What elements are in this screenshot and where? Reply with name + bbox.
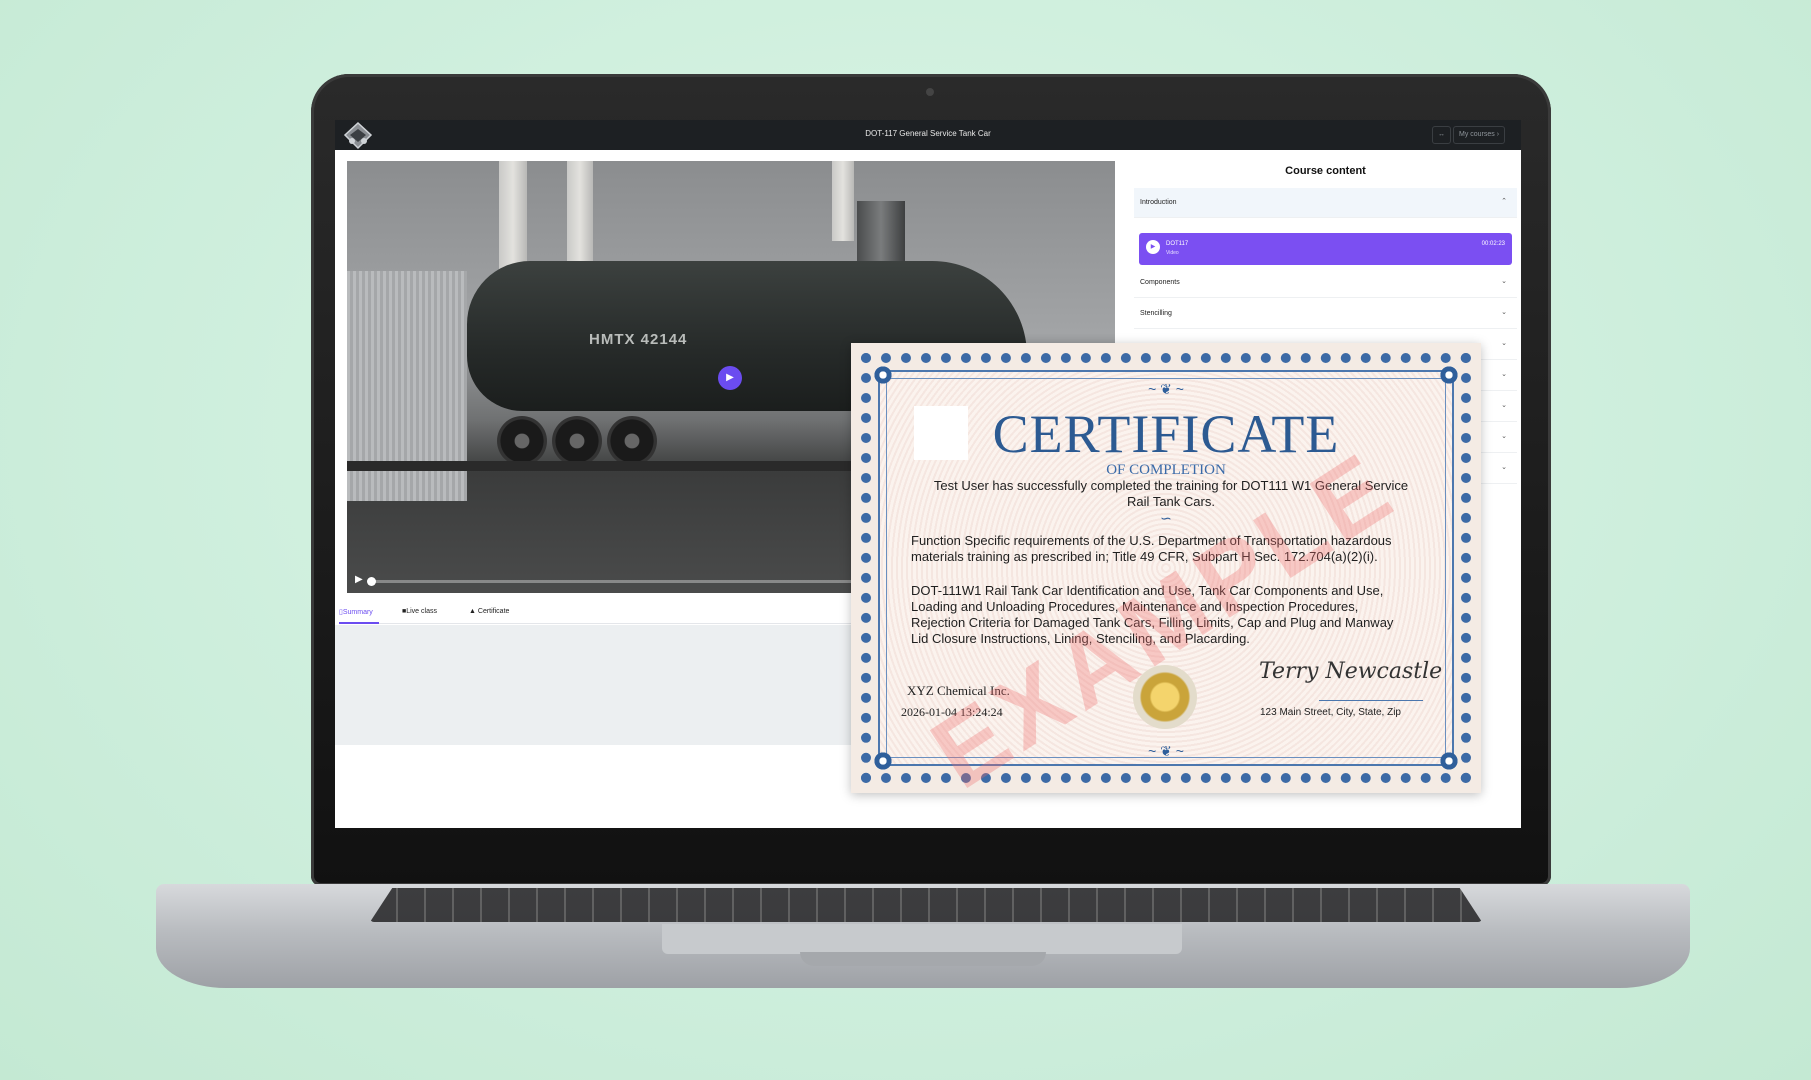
section-label: Components bbox=[1140, 279, 1180, 286]
play-icon: ▶ bbox=[1146, 240, 1160, 254]
flourish-ornament-icon: ∽ bbox=[1160, 510, 1172, 526]
lesson-item-active[interactable]: ▶ DOT117 Video 00:02:23 bbox=[1139, 233, 1512, 265]
corner-ornament-icon bbox=[873, 365, 893, 385]
section-label: Introduction bbox=[1140, 199, 1177, 206]
section-introduction[interactable]: Introduction ⌃ bbox=[1134, 188, 1517, 218]
corner-ornament-icon bbox=[1439, 365, 1459, 385]
keyboard bbox=[370, 888, 1482, 922]
chevron-down-icon: ⌄ bbox=[1501, 402, 1507, 409]
issuer-address: 123 Main Street, City, State, Zip bbox=[1260, 707, 1401, 718]
flourish-ornament-icon: ~ ❦ ~ bbox=[1148, 381, 1184, 397]
trackpad bbox=[662, 924, 1182, 954]
chevron-down-icon: ⌄ bbox=[1501, 340, 1507, 347]
requirements-paragraph: Function Specific requirements of the U.… bbox=[911, 533, 1431, 565]
lesson-name: DOT117 bbox=[1166, 241, 1189, 247]
paragraph-line: Rejection Criteria for Damaged Tank Cars… bbox=[911, 615, 1394, 630]
wheel bbox=[552, 416, 602, 466]
corner-ornament-icon bbox=[1439, 751, 1459, 771]
completion-statement: Test User has successfully completed the… bbox=[921, 478, 1421, 510]
play-button[interactable]: ▶ bbox=[718, 366, 742, 390]
sidebar-title: Course content bbox=[1285, 165, 1366, 177]
tab-label: Certificate bbox=[477, 608, 510, 615]
paragraph-line: Function Specific requirements of the U.… bbox=[911, 533, 1392, 548]
tab-certificate[interactable]: ▲ Certificate bbox=[469, 608, 509, 615]
issuer-name: XYZ Chemical Inc. bbox=[907, 683, 1010, 698]
chevron-down-icon: ⌄ bbox=[1501, 464, 1507, 471]
section-stencilling[interactable]: Stencilling ⌄ bbox=[1134, 299, 1517, 329]
progress-knob[interactable] bbox=[367, 577, 376, 586]
chevron-right-icon: › bbox=[1496, 131, 1500, 138]
chevron-down-icon: ⌄ bbox=[1501, 433, 1507, 440]
camera bbox=[926, 88, 934, 96]
tab-summary[interactable]: ▯Summary bbox=[339, 608, 373, 616]
smokestack bbox=[832, 161, 854, 241]
paragraph-line: materials training as prescribed in; Tit… bbox=[911, 549, 1378, 564]
lesson-type: Video bbox=[1166, 250, 1179, 256]
paragraph-line: Loading and Unloading Procedures, Mainte… bbox=[911, 599, 1359, 614]
section-label: Stencilling bbox=[1140, 310, 1172, 317]
tab-label: Summary bbox=[342, 609, 373, 616]
active-tab-indicator bbox=[339, 622, 379, 624]
signature: Terry Newcastle bbox=[1259, 659, 1443, 684]
lid-notch bbox=[800, 952, 1046, 966]
certificate-title: CERTIFICATE bbox=[992, 404, 1340, 464]
top-bar: DOT-117 General Service Tank Car ↔ My co… bbox=[335, 120, 1521, 150]
issue-date: 2026-01-04 13:24:24 bbox=[901, 705, 1003, 719]
graduation-cap-icon: ▲ bbox=[469, 608, 476, 615]
car-marking: HMTX 42144 bbox=[589, 331, 688, 348]
paragraph-line: DOT-111W1 Rail Tank Car Identification a… bbox=[911, 583, 1384, 598]
certificate-subtitle: OF COMPLETION bbox=[1106, 462, 1226, 478]
chevron-down-icon: ⌄ bbox=[1501, 278, 1507, 285]
chevron-down-icon: ⌄ bbox=[1501, 371, 1507, 378]
topics-paragraph: DOT-111W1 Rail Tank Car Identification a… bbox=[911, 583, 1431, 647]
tab-live-class[interactable]: ■Live class bbox=[402, 608, 437, 615]
gold-seal-icon bbox=[1133, 665, 1197, 729]
play-icon[interactable]: ▶ bbox=[355, 574, 363, 585]
signature-line bbox=[1319, 700, 1423, 701]
my-courses-button[interactable]: My courses › bbox=[1453, 126, 1506, 144]
paragraph-line: Lid Closure Instructions, Lining, Stenci… bbox=[911, 631, 1250, 646]
course-title: DOT-117 General Service Tank Car bbox=[865, 129, 991, 138]
certificate-preview: ~ ❦ ~ CERTIFICATE OF COMPLETION Test Use… bbox=[851, 343, 1481, 810]
my-courses-label: My courses bbox=[1459, 131, 1495, 138]
toggle-sidebar-button[interactable]: ↔ bbox=[1432, 126, 1451, 144]
lesson-duration: 00:02:23 bbox=[1481, 241, 1505, 247]
chevron-up-icon: ⌃ bbox=[1501, 198, 1507, 205]
completion-line: Test User has successfully completed the… bbox=[933, 478, 1409, 493]
wheel bbox=[607, 416, 657, 466]
tab-label: Live class bbox=[406, 608, 437, 615]
wheel bbox=[497, 416, 547, 466]
flourish-ornament-icon: ~ ❦ ~ bbox=[1148, 743, 1184, 759]
completion-line: Rail Tank Cars. bbox=[1127, 494, 1215, 509]
chevron-down-icon: ⌄ bbox=[1501, 309, 1507, 316]
corner-ornament-icon bbox=[873, 751, 893, 771]
section-components[interactable]: Components ⌄ bbox=[1134, 268, 1517, 298]
